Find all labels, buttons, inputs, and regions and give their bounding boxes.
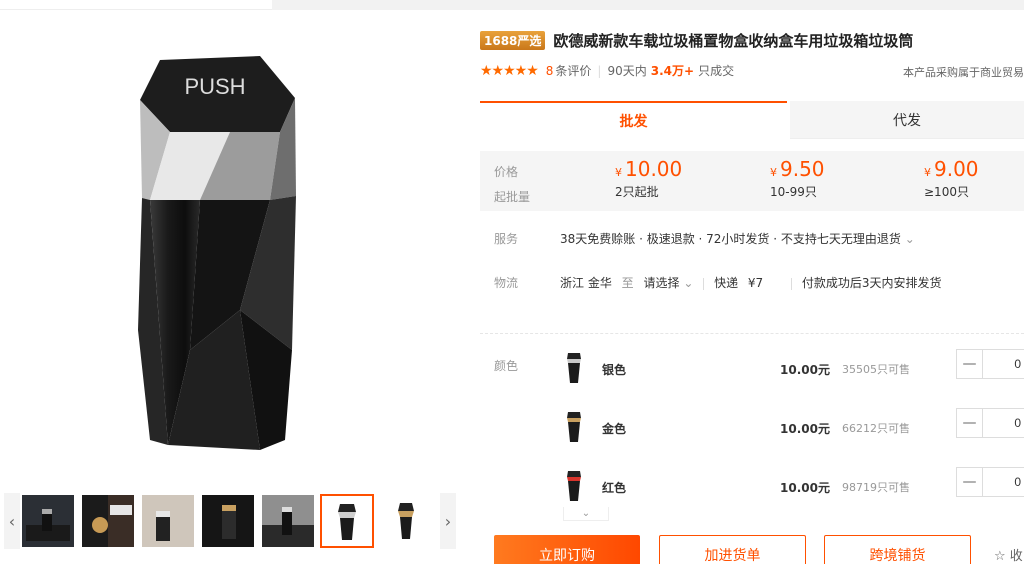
tab-dropship[interactable]: 代发 (790, 101, 1024, 139)
sku-row-red: 红色 10.00元 98719只可售 — (560, 465, 1024, 515)
sku-price: 10.00元 (780, 481, 830, 495)
ship-note: 付款成功后3天内安排发货 (801, 276, 942, 290)
logistics-divider (703, 277, 705, 290)
thumbnail-1[interactable] (22, 495, 74, 547)
thumbnail-7[interactable] (380, 495, 432, 547)
sold-suffix: 只成交 (698, 64, 735, 78)
ship-to-word: 至 (621, 276, 634, 290)
sku-stock: 66212只可售 (842, 422, 910, 435)
color-label: 颜色 (494, 359, 519, 373)
minus-button[interactable]: — (957, 409, 983, 437)
quantity-stepper: — (956, 349, 1024, 379)
tier-price: 10.00 (625, 157, 683, 181)
service-info[interactable]: 38天免费赊账 · 极速退款 · 72小时发货 · 不支持七天无理由退货 ⌄ (560, 230, 915, 247)
tab-wholesale[interactable]: 批发 (480, 101, 787, 139)
service-text: 38天免费赊账 · 极速退款 · 72小时发货 · 不支持七天无理由退货 (560, 232, 901, 246)
quantity-input[interactable] (984, 409, 1024, 437)
star-outline-icon: ☆ (994, 549, 1006, 564)
sku-thumbnail[interactable] (566, 351, 582, 385)
chevron-down-icon: ⌄ (904, 232, 915, 246)
yanxuan-badge: 1688严选 (480, 31, 546, 50)
sku-name: 金色 (602, 422, 627, 436)
ship-from: 浙江 金华 (560, 276, 612, 290)
rating-row: ★★★★★ 8 条评价 | 90天内 3.4万+ 只成交 (480, 62, 734, 79)
sku-row-gold: 金色 10.00元 66212只可售 — (560, 406, 1024, 456)
tier-qty: 10-99只 (770, 185, 817, 199)
sold-prefix: 90天内 (607, 64, 647, 78)
quantity-input[interactable] (984, 350, 1024, 378)
top-bar-right (272, 0, 1024, 10)
purchase-tabs: 批发 代发 (480, 101, 1024, 139)
thumb-prev-button[interactable]: ‹ (4, 493, 20, 549)
thumbnail-2[interactable] (82, 495, 134, 547)
service-label: 服务 (494, 232, 519, 246)
currency-symbol: ¥ (770, 166, 777, 179)
rating-divider: | (597, 63, 602, 78)
buy-now-button[interactable]: 立即订购 (494, 535, 640, 564)
thumbnail-3[interactable] (142, 495, 194, 547)
thumbnail-6[interactable] (320, 494, 374, 548)
sku-thumbnail[interactable] (566, 410, 582, 444)
quantity-input[interactable] (984, 468, 1024, 496)
moq-label: 起批量 (494, 190, 531, 204)
rating-stars-icon: ★★★★★ (480, 62, 539, 79)
thumb-next-button[interactable]: › (440, 493, 456, 549)
price-box: 价格 起批量 ¥10.00 2只起批 ¥9.50 10-99只 ¥9.00 ≥1… (480, 151, 1024, 211)
trade-notice: 本产品采购属于商业贸易 (903, 66, 1024, 79)
top-bar (0, 0, 1024, 10)
express-price: ¥7 (747, 276, 764, 290)
thumbnail-4[interactable] (202, 495, 254, 547)
sku-stock: 98719只可售 (842, 481, 910, 494)
currency-symbol: ¥ (924, 166, 931, 179)
sku-price: 10.00元 (780, 422, 830, 436)
express-label: 快递 (714, 276, 739, 290)
price-tier-2: ¥9.50 10-99只 (770, 157, 825, 200)
sold-count: 3.4万+ (650, 64, 695, 78)
currency-symbol: ¥ (615, 166, 622, 179)
logistics-label: 物流 (494, 276, 519, 290)
tier-qty: ≥100只 (924, 185, 969, 199)
section-divider (480, 333, 1024, 334)
minus-button[interactable]: — (957, 468, 983, 496)
quantity-stepper: — (956, 408, 1024, 438)
minus-button[interactable]: — (957, 350, 983, 378)
price-tier-1: ¥10.00 2只起批 (615, 157, 682, 200)
sku-name: 银色 (602, 363, 627, 377)
logistics-divider (791, 277, 793, 290)
add-to-cart-button[interactable]: 加进货单 (659, 535, 806, 564)
ship-to-select[interactable]: 请选择 (644, 276, 680, 290)
price-tier-3: ¥9.00 ≥100只 (924, 157, 979, 200)
title-row: 1688严选 欧德威新款车载垃圾桶置物盒收纳盒车用垃圾箱垃圾筒 (480, 30, 913, 51)
expand-sku-chevron-icon[interactable]: ⌄ (563, 507, 609, 521)
sku-row-silver: 银色 10.00元 35505只可售 — (560, 347, 1024, 397)
cross-border-button[interactable]: 跨境铺货 (824, 535, 971, 564)
chevron-down-icon[interactable]: ⌄ (683, 276, 693, 290)
push-label: PUSH (184, 74, 245, 99)
favorite-label: 收 (1009, 549, 1023, 564)
thumbnail-5[interactable] (262, 495, 314, 547)
logistics-row: 浙江 金华 至 请选择 ⌄ 快递 ¥7 付款成功后3天内安排发货 (560, 274, 941, 291)
review-count[interactable]: 8 (546, 64, 554, 78)
tier-price: 9.00 (934, 157, 979, 181)
top-bar-left (0, 0, 272, 10)
sku-price: 10.00元 (780, 363, 830, 377)
quantity-stepper: — (956, 467, 1024, 497)
main-product-image[interactable]: PUSH (120, 50, 310, 460)
review-suffix[interactable]: 条评价 (555, 62, 591, 79)
favorite-button[interactable]: ☆ 收 (994, 545, 1023, 564)
sku-stock: 35505只可售 (842, 363, 910, 376)
tier-qty: 2只起批 (615, 185, 659, 199)
price-label: 价格 (494, 165, 519, 179)
tier-price: 9.50 (780, 157, 825, 181)
sku-thumbnail[interactable] (566, 469, 582, 503)
sku-name: 红色 (602, 481, 627, 495)
thumbnail-strip: ‹ › (4, 493, 456, 549)
product-title: 欧德威新款车载垃圾桶置物盒收纳盒车用垃圾箱垃圾筒 (553, 32, 914, 50)
